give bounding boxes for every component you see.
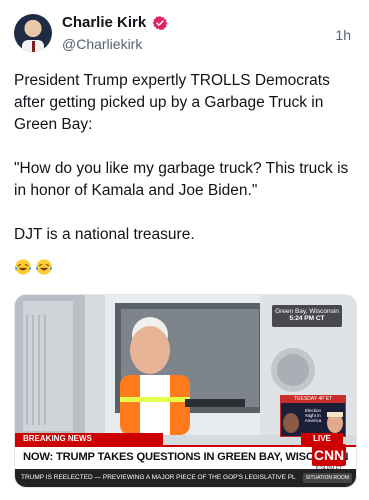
- emoji-row: [14, 258, 53, 276]
- breaking-news-label: BREAKING NEWS: [15, 433, 163, 445]
- avatar[interactable]: [14, 14, 52, 52]
- ticker-badge: SITUATION ROOM: [302, 473, 352, 483]
- author-row: Charlie Kirk: [62, 14, 168, 31]
- tweet-card: Charlie Kirk @Charliekirk 1h President T…: [0, 0, 369, 500]
- author-handle[interactable]: @Charliekirk: [62, 36, 142, 52]
- laughing-with-tears-icon: [15, 259, 31, 275]
- laughing-with-tears-icon: [36, 259, 52, 275]
- cnn-logo: CNN: [312, 444, 346, 466]
- post-time[interactable]: 1h: [335, 27, 351, 43]
- verified-badge-icon: [152, 15, 168, 30]
- tweet-text: President Trump expertly TROLLS Democrat…: [14, 72, 349, 243]
- author-name[interactable]: Charlie Kirk: [62, 14, 146, 31]
- video-thumbnail[interactable]: Green Bay, Wisconsin 5:24 PM CT TUESDAY …: [14, 294, 357, 488]
- location-bug: Green Bay, Wisconsin 5:24 PM CT: [272, 305, 342, 327]
- headline: NOW: TRUMP TAKES QUESTIONS IN GREEN BAY,…: [23, 451, 349, 463]
- election-night-promo: TUESDAY 4P ET Election Night in America: [280, 395, 346, 437]
- lower-third: NOW: TRUMP TAKES QUESTIONS IN GREEN BAY,…: [15, 444, 356, 472]
